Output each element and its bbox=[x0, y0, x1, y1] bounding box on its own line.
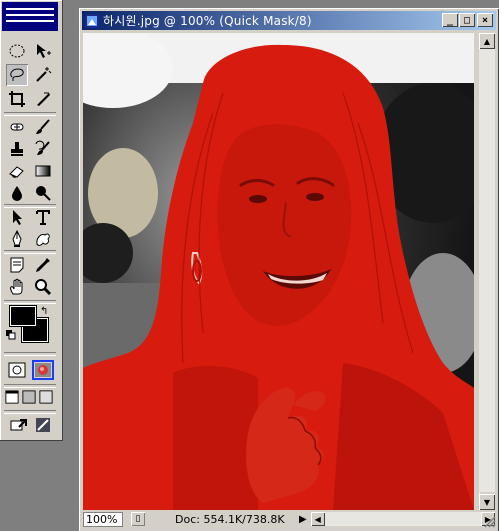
toolbox-divider bbox=[4, 300, 56, 304]
eraser-icon[interactable] bbox=[6, 160, 28, 182]
path-selection-icon[interactable] bbox=[6, 206, 28, 228]
custom-shape-icon[interactable] bbox=[32, 228, 54, 250]
eyedropper-icon[interactable] bbox=[32, 254, 54, 276]
title-stripe bbox=[6, 8, 54, 10]
blur-icon[interactable] bbox=[6, 182, 28, 204]
photoshop-document-icon bbox=[85, 13, 99, 28]
scroll-down-arrow-icon[interactable]: ▼ bbox=[479, 494, 495, 510]
document-title-bar[interactable]: 하시원.jpg @ 100% (Quick Mask/8) _ □ × bbox=[82, 11, 496, 30]
notes-icon[interactable] bbox=[6, 254, 28, 276]
toolbox-panel: ↰ bbox=[0, 0, 63, 441]
close-button[interactable]: × bbox=[477, 13, 493, 27]
healing-brush-icon[interactable] bbox=[6, 116, 28, 138]
screen-mode-full-icon[interactable] bbox=[38, 388, 54, 406]
zoom-level-field[interactable]: 100% bbox=[83, 511, 123, 527]
move-icon[interactable] bbox=[32, 40, 54, 62]
zoom-icon[interactable] bbox=[32, 276, 54, 298]
photo-image bbox=[83, 33, 474, 510]
scroll-left-arrow-icon[interactable]: ◀ bbox=[310, 512, 325, 526]
toolbox-divider bbox=[4, 352, 56, 356]
quick-mask-mode-icon[interactable] bbox=[32, 360, 54, 380]
swap-colors-icon[interactable]: ↰ bbox=[40, 306, 48, 317]
vertical-scrollbar[interactable]: ▲ ▼ bbox=[479, 33, 495, 510]
image-canvas[interactable] bbox=[83, 33, 474, 510]
imageready-logo-icon[interactable] bbox=[32, 414, 54, 436]
type-icon[interactable] bbox=[32, 206, 54, 228]
crop-icon[interactable] bbox=[6, 88, 28, 110]
scroll-up-arrow-icon[interactable]: ▲ bbox=[479, 33, 495, 49]
screen-mode-standard-icon[interactable] bbox=[4, 388, 20, 406]
resize-grip-icon[interactable] bbox=[482, 514, 496, 528]
clone-stamp-icon[interactable] bbox=[6, 138, 28, 160]
document-window: 하시원.jpg @ 100% (Quick Mask/8) _ □ × ▲ ▼ … bbox=[79, 8, 499, 531]
title-stripe bbox=[6, 14, 54, 16]
screen-mode-fullmenu-icon[interactable] bbox=[21, 388, 37, 406]
pen-icon[interactable] bbox=[6, 228, 28, 250]
magic-wand-icon[interactable] bbox=[32, 64, 54, 86]
hand-icon[interactable] bbox=[6, 276, 28, 298]
history-brush-icon[interactable] bbox=[32, 138, 54, 160]
horizontal-scrollbar[interactable]: ◀ ▶ bbox=[310, 512, 495, 526]
status-page-icon[interactable]: ▯ bbox=[131, 512, 145, 526]
document-size-info: Doc: 554.1K/738.8K bbox=[175, 512, 285, 526]
toolbox-title-bar[interactable] bbox=[2, 2, 58, 31]
status-menu-arrow-icon[interactable]: ▶ bbox=[299, 514, 307, 525]
brush-icon[interactable] bbox=[32, 116, 54, 138]
standard-mode-icon[interactable] bbox=[6, 360, 28, 380]
title-stripe bbox=[6, 20, 54, 22]
default-colors-icon[interactable] bbox=[6, 330, 16, 340]
vertical-scroll-track[interactable] bbox=[479, 49, 495, 492]
marquee-icon[interactable] bbox=[6, 40, 28, 62]
foreground-color-swatch[interactable] bbox=[10, 306, 36, 326]
minimize-button[interactable]: _ bbox=[442, 13, 458, 27]
document-title: 하시원.jpg @ 100% (Quick Mask/8) bbox=[103, 14, 312, 28]
jump-to-imageready-icon[interactable] bbox=[8, 414, 30, 436]
gradient-icon[interactable] bbox=[32, 160, 54, 182]
status-bar: 100% ▯ Doc: 554.1K/738.8K ▶ ◀ ▶ bbox=[83, 511, 495, 527]
maximize-button[interactable]: □ bbox=[459, 13, 475, 27]
dodge-icon[interactable] bbox=[32, 182, 54, 204]
lasso-icon[interactable] bbox=[6, 64, 28, 86]
slice-icon[interactable] bbox=[32, 88, 54, 110]
